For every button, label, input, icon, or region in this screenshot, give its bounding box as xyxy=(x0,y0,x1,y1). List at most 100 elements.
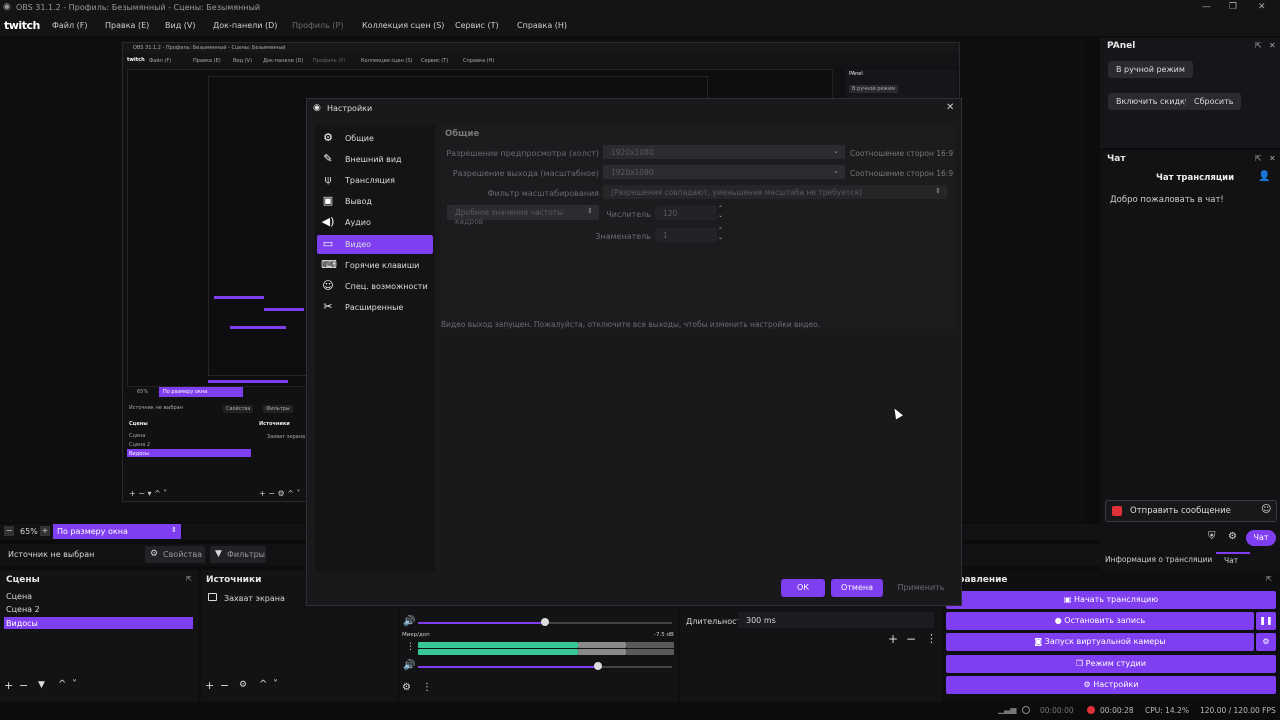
scenes-float-icon[interactable]: ⇱ xyxy=(186,575,192,583)
volume-icon-2[interactable]: 🔊 xyxy=(403,660,415,671)
chat-close-icon[interactable]: ✕ xyxy=(1269,154,1276,163)
zoom-out-icon[interactable]: − xyxy=(4,526,14,536)
duration-field[interactable]: 300 ms xyxy=(738,612,934,628)
apply-button[interactable]: Применить xyxy=(889,579,953,597)
emoji-icon[interactable]: ☺ xyxy=(1261,504,1271,515)
chat-input[interactable]: Отправить сообщение ☺ xyxy=(1105,500,1277,522)
virtual-camera-settings-button[interactable]: ⚙ xyxy=(1256,633,1276,651)
gear-icon[interactable]: ⚙ xyxy=(1228,531,1237,542)
menu-tools[interactable]: Сервис (T) xyxy=(455,21,499,30)
add-transition-icon[interactable]: + xyxy=(888,632,898,646)
nav-video[interactable]: ▭ Видео xyxy=(317,235,433,254)
settings-button[interactable]: ⚙ Настройки xyxy=(946,676,1276,694)
tab-chat[interactable]: Чат xyxy=(1224,556,1238,565)
nested-scene-0: Сцена xyxy=(129,433,146,439)
scale-filter-select[interactable]: [Разрешения совпадают, уменьшение масшта… xyxy=(603,185,947,199)
scene-filter-icon[interactable]: ▼ xyxy=(38,680,45,690)
zoom-in-icon[interactable]: + xyxy=(40,526,50,536)
status-bar: ▁▃▅ 00:00:00 00:00:28 CPU: 14.2% 120.00 … xyxy=(0,702,1280,720)
numerator-field[interactable]: 120 xyxy=(655,206,717,220)
virtual-camera-button[interactable]: ◙ Запуск виртуальной камеры xyxy=(946,633,1254,651)
remove-transition-icon[interactable]: − xyxy=(906,632,916,646)
menu-scene-collection[interactable]: Коллекция сцен (S) xyxy=(362,21,444,30)
scene-up-icon[interactable]: ^ xyxy=(58,679,66,690)
volume-icon[interactable]: 🔊 xyxy=(403,616,415,627)
menu-edit[interactable]: Правка (E) xyxy=(105,21,149,30)
nav-advanced-label: Расширенные xyxy=(345,303,404,312)
scene-down-icon[interactable]: ˅ xyxy=(72,679,77,690)
menu-file[interactable]: Файл (F) xyxy=(52,21,88,30)
source-item-0[interactable]: Захват экрана xyxy=(224,594,285,603)
scene-item-selected[interactable]: Видосы xyxy=(4,617,193,629)
nested-sources-title: Источники xyxy=(259,421,290,427)
add-source-icon[interactable]: + xyxy=(205,679,214,692)
manual-mode-button[interactable]: В ручной режим xyxy=(1108,61,1193,78)
minimize-icon[interactable]: — xyxy=(1202,2,1211,12)
output-res-select[interactable]: 1920x1080 ⌄ xyxy=(603,165,845,179)
nav-advanced[interactable]: ✂ Расширенные xyxy=(317,298,433,317)
base-res-select[interactable]: 1920x1080 ⌄ xyxy=(603,145,845,159)
chat-float-icon[interactable]: ⇱ xyxy=(1255,154,1262,163)
mixer-settings-icon[interactable]: ⚙ xyxy=(402,682,411,693)
volume-slider-handle[interactable] xyxy=(541,618,549,626)
properties-label: Свойства xyxy=(163,550,203,559)
shield-icon[interactable]: ⛨ xyxy=(1208,531,1216,542)
menu-view[interactable]: Вид (V) xyxy=(165,21,195,30)
discount-button[interactable]: Включить скидку xyxy=(1108,93,1198,110)
nav-stream[interactable]: ⍦ Трансляция xyxy=(317,171,433,190)
remove-scene-icon[interactable]: − xyxy=(19,679,28,692)
duration-label: Длительность xyxy=(686,617,746,626)
menu-docks[interactable]: Док-панели (D) xyxy=(213,21,277,30)
rec-time: 00:00:28 xyxy=(1100,706,1134,715)
reset-button[interactable]: Сбросить xyxy=(1186,93,1242,110)
nav-audio[interactable]: ◀) Аудио xyxy=(317,213,433,232)
nav-output[interactable]: ▣ Вывод xyxy=(317,192,433,211)
fps-type-select[interactable]: Дробное значение частоты кадров ⇕ xyxy=(447,205,599,226)
menu-help[interactable]: Справка (H) xyxy=(517,21,567,30)
filters-button[interactable]: ▼ Фильтры xyxy=(210,546,266,563)
monitor-icon: ▭ xyxy=(322,237,334,250)
nav-appearance[interactable]: ✎ Внешний вид xyxy=(317,150,433,169)
chevron-down-icon: ⌄ xyxy=(833,147,839,155)
tab-stream-info[interactable]: Информация о трансляции xyxy=(1105,555,1212,564)
close-icon[interactable]: ✕ xyxy=(946,102,954,113)
add-scene-icon[interactable]: + xyxy=(4,679,13,692)
chat-send-button[interactable]: Чат xyxy=(1246,530,1276,546)
denominator-spinner-icon[interactable]: ⌃ ⌄ xyxy=(718,227,723,241)
numerator-spinner-icon[interactable]: ⌃ ⌄ xyxy=(718,205,723,219)
nav-general[interactable]: ⚙ Общие xyxy=(317,129,433,148)
panel-float-icon[interactable]: ⇱ xyxy=(1255,41,1262,50)
panel-close-icon[interactable]: ✕ xyxy=(1269,41,1276,50)
ok-button[interactable]: ОК xyxy=(781,579,825,597)
source-settings-icon[interactable]: ⚙ xyxy=(239,680,247,690)
scenes-title: Сцены xyxy=(6,575,40,585)
source-up-icon[interactable]: ^ xyxy=(259,679,267,690)
start-stream-button[interactable]: ▣ Начать трансляцию xyxy=(946,591,1276,609)
transition-menu-icon[interactable]: ⋮ xyxy=(926,632,937,645)
nav-accessibility[interactable]: ☺ Спец. возможности xyxy=(317,277,433,296)
cancel-button[interactable]: Отмена xyxy=(831,579,883,597)
nested-properties: Свойства xyxy=(223,405,254,413)
zoom-mode-select[interactable]: По размеру окна ⇕ xyxy=(53,524,181,539)
stop-record-button[interactable]: ● Остановить запись xyxy=(946,612,1254,630)
remove-source-icon[interactable]: − xyxy=(220,679,229,692)
close-icon[interactable]: ✕ xyxy=(1258,2,1266,12)
obs-logo-icon: ◉ xyxy=(3,2,11,12)
pause-record-button[interactable]: ❚❚ xyxy=(1256,612,1276,630)
nav-general-label: Общие xyxy=(345,134,374,143)
mixer-more-icon[interactable]: ⋮ xyxy=(422,682,432,693)
nav-hotkeys[interactable]: ⌨ Горячие клавиши xyxy=(317,256,433,275)
properties-button[interactable]: ⚙ Свойства xyxy=(145,546,205,563)
source-down-icon[interactable]: ˅ xyxy=(273,679,278,690)
users-icon[interactable]: 👤 xyxy=(1258,171,1270,182)
scene-item-0[interactable]: Сцена xyxy=(6,592,32,601)
denominator-field[interactable]: 1 xyxy=(655,228,717,242)
menu-profile[interactable]: Профиль (P) xyxy=(292,21,343,30)
scene-item-1[interactable]: Сцена 2 xyxy=(6,605,40,614)
maximize-icon[interactable]: ❐ xyxy=(1229,2,1237,12)
nested-menu-7: Справка (H) xyxy=(463,58,495,64)
controls-float-icon[interactable]: ⇱ xyxy=(1266,575,1272,583)
mixer-menu-icon[interactable]: ⋮ xyxy=(406,642,415,652)
studio-mode-button[interactable]: ❐ Режим студии xyxy=(946,655,1276,673)
volume-slider-handle-2[interactable] xyxy=(594,662,602,670)
